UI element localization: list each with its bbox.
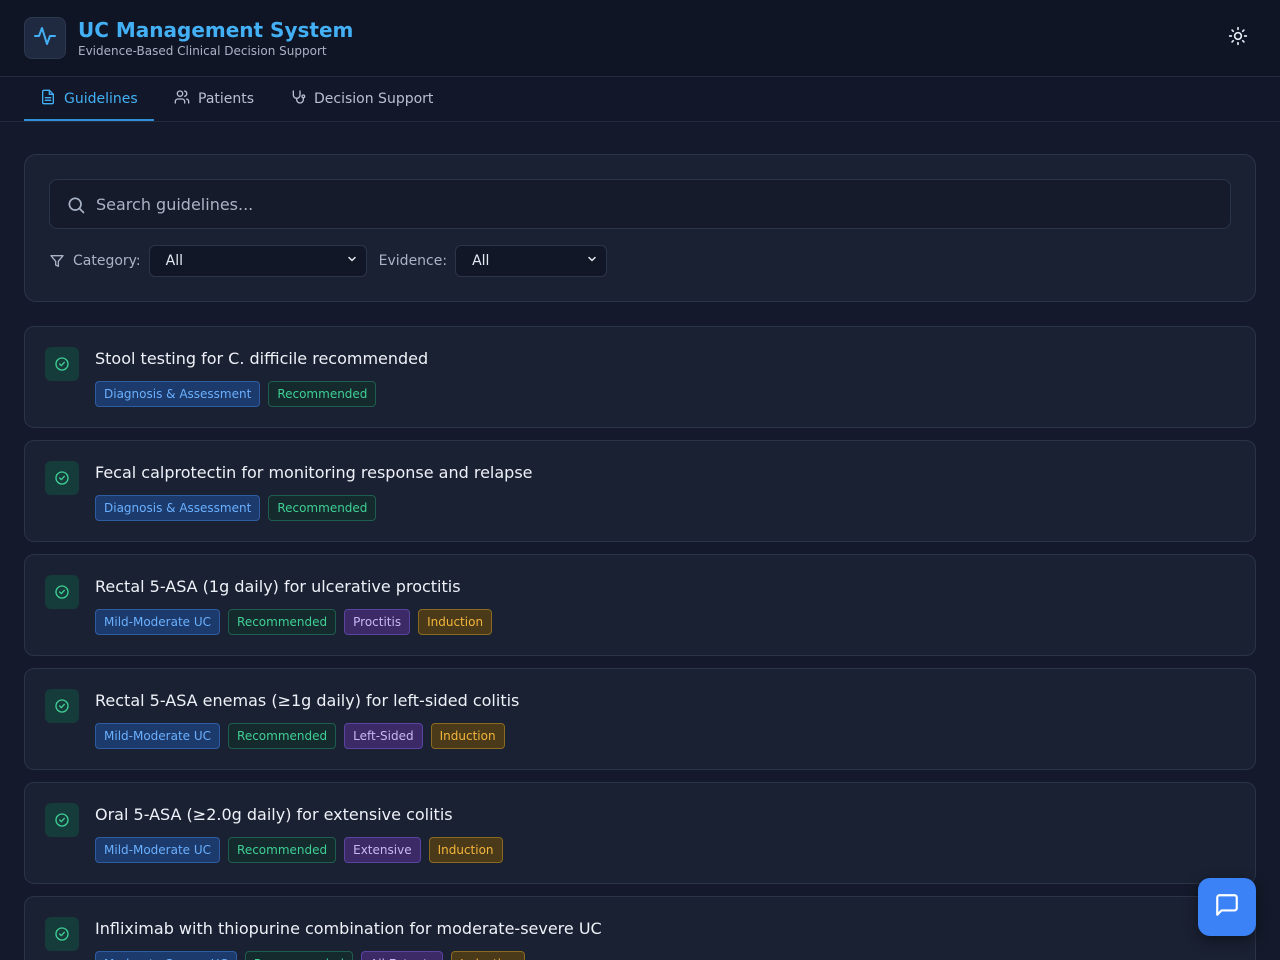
users-icon bbox=[174, 89, 190, 109]
tab-guidelines[interactable]: Guidelines bbox=[40, 77, 138, 121]
check-circle-icon bbox=[45, 461, 79, 495]
stethoscope-icon bbox=[290, 89, 306, 109]
check-circle-icon bbox=[45, 803, 79, 837]
activity-pulse-icon bbox=[33, 24, 57, 52]
badge-list: Diagnosis & Assessment Recommended bbox=[95, 495, 377, 521]
tab-label: Patients bbox=[198, 91, 255, 107]
evidence-badge: Recommended bbox=[228, 723, 337, 749]
guideline-card[interactable]: Rectal 5-ASA (1g daily) for ulcerative p… bbox=[24, 554, 1256, 656]
sun-icon bbox=[1228, 26, 1248, 50]
guideline-title: Stool testing for C. difficile recommend… bbox=[95, 349, 429, 368]
main-tabs: Guidelines Patients Decision Support bbox=[0, 77, 1280, 122]
extent-badge: All Extents bbox=[361, 951, 444, 960]
category-badge: Mild-Moderate UC bbox=[95, 837, 221, 863]
badge-list: Mild-Moderate UC Recommended Extensive I… bbox=[95, 837, 503, 863]
theme-toggle-button[interactable] bbox=[1226, 26, 1250, 50]
category-badge: Diagnosis & Assessment bbox=[95, 495, 261, 521]
search-icon bbox=[66, 195, 86, 215]
guideline-title: Infliximab with thiopurine combination f… bbox=[95, 919, 602, 938]
evidence-label: Evidence: bbox=[378, 253, 448, 269]
guideline-title: Rectal 5-ASA (1g daily) for ulcerative p… bbox=[95, 577, 461, 596]
search-input[interactable] bbox=[96, 180, 1216, 228]
extent-badge: Left-Sided bbox=[344, 723, 423, 749]
check-circle-icon bbox=[45, 917, 79, 951]
phase-badge: Induction bbox=[451, 951, 526, 960]
evidence-badge: Recommended bbox=[244, 951, 354, 960]
active-tab-indicator bbox=[24, 119, 154, 121]
check-circle-icon bbox=[45, 575, 79, 609]
badge-list: Mild-Moderate UC Recommended Left-Sided … bbox=[95, 723, 505, 749]
guideline-card[interactable]: Rectal 5-ASA enemas (≥1g daily) for left… bbox=[24, 668, 1256, 770]
guideline-title: Oral 5-ASA (≥2.0g daily) for extensive c… bbox=[95, 805, 453, 824]
evidence-badge: Recommended bbox=[228, 837, 337, 863]
category-badge: Moderate-Severe UC bbox=[95, 951, 237, 960]
category-select[interactable]: All bbox=[148, 245, 367, 277]
guideline-card[interactable]: Infliximab with thiopurine combination f… bbox=[24, 896, 1256, 960]
guideline-card[interactable]: Oral 5-ASA (≥2.0g daily) for extensive c… bbox=[24, 782, 1256, 884]
filter-panel: Category: All Evidence: All bbox=[24, 154, 1256, 302]
phase-badge: Induction bbox=[430, 723, 505, 749]
document-icon bbox=[40, 89, 56, 109]
guideline-card[interactable]: Fecal calprotectin for monitoring respon… bbox=[24, 440, 1256, 542]
extent-badge: Proctitis bbox=[344, 609, 411, 635]
app-header: UC Management System Evidence-Based Clin… bbox=[0, 0, 1280, 77]
category-badge: Mild-Moderate UC bbox=[95, 723, 221, 749]
evidence-badge: Recommended bbox=[268, 381, 377, 407]
badge-list: Mild-Moderate UC Recommended Proctitis I… bbox=[95, 609, 493, 635]
chat-button[interactable] bbox=[1198, 878, 1256, 936]
evidence-badge: Recommended bbox=[228, 609, 337, 635]
app-subtitle: Evidence-Based Clinical Decision Support bbox=[78, 44, 327, 58]
evidence-select-value: All bbox=[472, 253, 490, 269]
tab-patients[interactable]: Patients bbox=[174, 77, 254, 121]
phase-badge: Induction bbox=[428, 837, 503, 863]
message-square-icon bbox=[1214, 892, 1240, 922]
logo bbox=[24, 17, 66, 59]
category-select-value: All bbox=[165, 253, 184, 269]
phase-badge: Induction bbox=[418, 609, 493, 635]
guideline-card[interactable]: Stool testing for C. difficile recommend… bbox=[24, 326, 1256, 428]
check-circle-icon bbox=[45, 347, 79, 381]
badge-list: Moderate-Severe UC Recommended All Exten… bbox=[95, 951, 526, 960]
chevron-down-icon bbox=[586, 253, 598, 269]
guideline-title: Fecal calprotectin for monitoring respon… bbox=[95, 463, 533, 482]
chevron-down-icon bbox=[346, 253, 358, 269]
search-box bbox=[49, 179, 1231, 229]
category-badge: Diagnosis & Assessment bbox=[95, 381, 261, 407]
extent-badge: Extensive bbox=[344, 837, 421, 863]
category-badge: Mild-Moderate UC bbox=[95, 609, 221, 635]
tab-label: Decision Support bbox=[314, 91, 434, 107]
filter-icon bbox=[49, 253, 65, 269]
guideline-title: Rectal 5-ASA enemas (≥1g daily) for left… bbox=[95, 691, 520, 710]
app-title: UC Management System bbox=[78, 18, 354, 42]
tab-label: Guidelines bbox=[64, 91, 138, 107]
tab-decision-support[interactable]: Decision Support bbox=[290, 77, 433, 121]
category-label: Category: bbox=[73, 253, 141, 269]
check-circle-icon bbox=[45, 689, 79, 723]
evidence-select[interactable]: All bbox=[455, 245, 608, 277]
badge-list: Diagnosis & Assessment Recommended bbox=[95, 381, 377, 407]
evidence-badge: Recommended bbox=[268, 495, 377, 521]
filter-row: Category: All Evidence: All bbox=[49, 245, 608, 277]
